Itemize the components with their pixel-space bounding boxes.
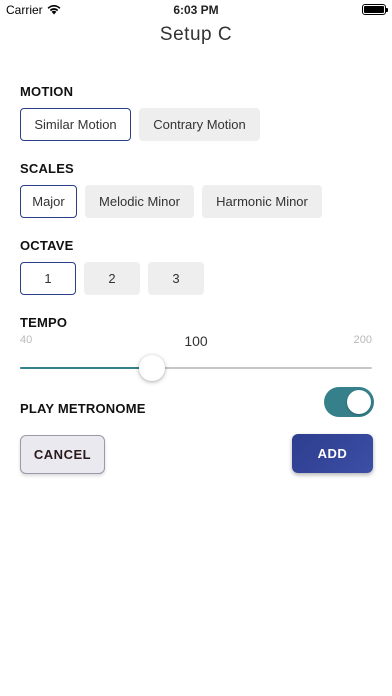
tempo-slider[interactable]	[20, 355, 372, 381]
status-bar: Carrier 6:03 PM	[0, 0, 392, 20]
metronome-toggle-knob	[347, 390, 371, 414]
tempo-label: TEMPO	[20, 315, 68, 330]
octave-option-3[interactable]: 3	[148, 262, 204, 295]
octave-option-2[interactable]: 2	[84, 262, 140, 295]
clock: 6:03 PM	[173, 3, 219, 17]
cancel-button[interactable]: CANCEL	[20, 435, 105, 474]
tempo-slider-fill	[20, 367, 152, 369]
scales-label: SCALES	[20, 161, 74, 176]
tempo-max-label: 200	[353, 334, 372, 346]
page-title: Setup C	[159, 24, 233, 45]
octave-label: OCTAVE	[20, 238, 74, 253]
tempo-slider-thumb[interactable]	[139, 355, 165, 381]
add-button[interactable]: ADD	[292, 434, 373, 473]
scale-option-major[interactable]: Major	[20, 185, 77, 218]
tempo-value: 100	[184, 333, 208, 349]
motion-option-similar[interactable]: Similar Motion	[20, 108, 131, 141]
scale-option-melodic-minor[interactable]: Melodic Minor	[85, 185, 194, 218]
motion-label: MOTION	[20, 84, 74, 99]
octave-option-1[interactable]: 1	[20, 262, 76, 295]
motion-option-contrary[interactable]: Contrary Motion	[139, 108, 260, 141]
metronome-toggle[interactable]	[324, 387, 374, 417]
metronome-label: PLAY METRONOME	[20, 401, 146, 416]
scale-option-harmonic-minor[interactable]: Harmonic Minor	[202, 185, 322, 218]
battery-icon	[362, 4, 388, 15]
